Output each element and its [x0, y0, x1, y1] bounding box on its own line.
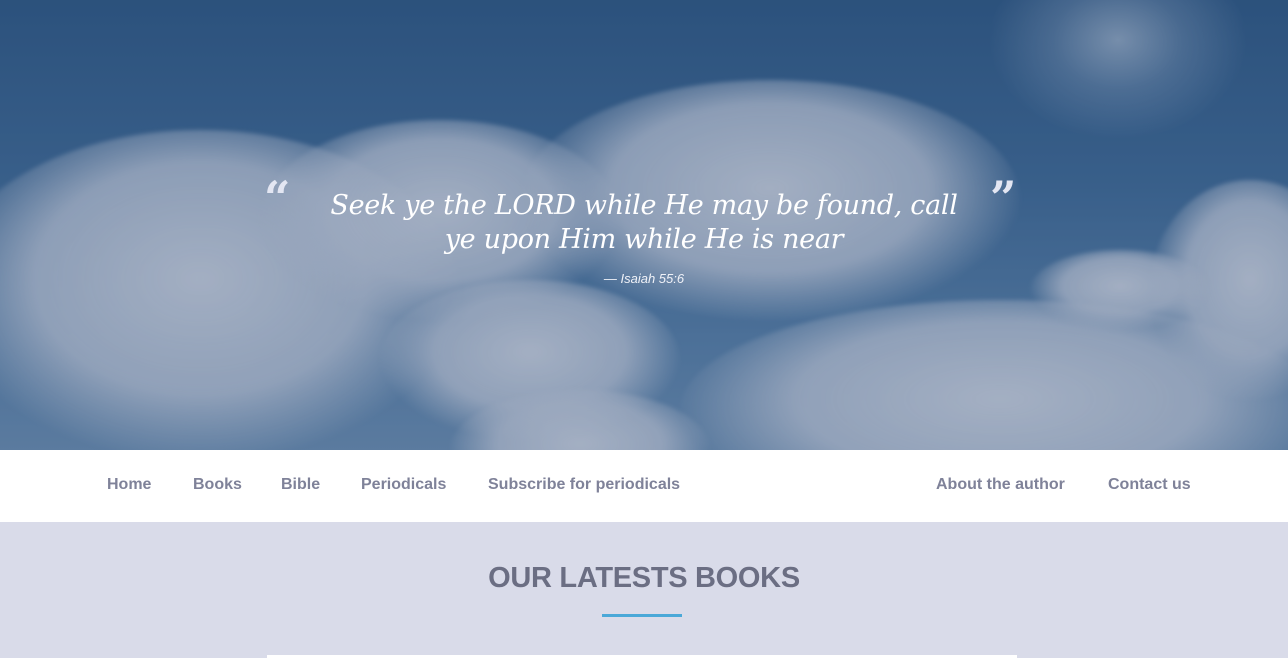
nav-home[interactable]: Home: [107, 476, 151, 494]
main-nav: Home Books Bible Periodicals Subscribe f…: [0, 450, 1288, 522]
nav-books[interactable]: Books: [193, 476, 242, 494]
hero-banner: “ Seek ye the LORD while He may be found…: [0, 0, 1288, 450]
nav-contact-us[interactable]: Contact us: [1108, 476, 1191, 494]
nav-subscribe-periodicals[interactable]: Subscribe for periodicals: [488, 476, 680, 494]
nav-periodicals[interactable]: Periodicals: [361, 476, 446, 494]
title-underline: [602, 614, 682, 617]
nav-about-author[interactable]: About the author: [936, 476, 1065, 494]
quote-text: Seek ye the LORD while He may be found, …: [330, 190, 958, 255]
quote-citation: — Isaiah 55:6: [603, 271, 685, 286]
quote-open-icon: “: [264, 171, 291, 225]
section-title: OUR LATESTS BOOKS: [488, 562, 800, 594]
nav-bible[interactable]: Bible: [281, 476, 320, 494]
hero-quote: “ Seek ye the LORD while He may be found…: [0, 175, 1288, 286]
latest-books-section: OUR LATESTS BOOKS: [0, 522, 1288, 658]
quote-close-icon: ”: [990, 171, 1017, 225]
